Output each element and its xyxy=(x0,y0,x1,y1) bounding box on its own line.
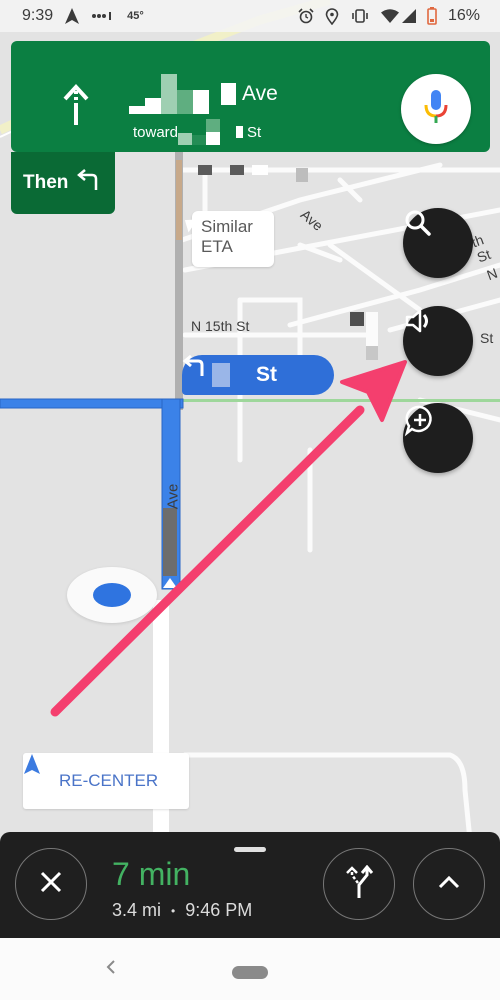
direction-street-suffix: Ave xyxy=(242,82,278,105)
similar-eta-line1: Similar xyxy=(201,217,253,236)
navigation-arrow-icon xyxy=(65,8,80,24)
close-icon xyxy=(39,870,63,899)
status-bar: 9:39 45° 16% xyxy=(0,0,500,32)
recenter-button[interactable]: RE-CENTER xyxy=(23,753,189,809)
exit-navigation-button[interactable] xyxy=(15,848,87,920)
fork-routes-icon xyxy=(344,864,374,904)
voice-search-button[interactable] xyxy=(401,74,471,144)
then-label: Then xyxy=(23,172,69,193)
cell-signal-icon xyxy=(401,9,416,23)
location-dot xyxy=(93,583,131,607)
direction-street: Ave xyxy=(129,74,278,114)
turn-left-icon xyxy=(76,169,100,197)
eta-duration: 7 min xyxy=(112,856,191,892)
redacted-block xyxy=(236,126,244,138)
wifi-icon xyxy=(380,9,399,23)
back-button[interactable] xyxy=(100,956,122,982)
signal-dots-icon xyxy=(91,12,115,20)
street-label-n15th: N 15th St xyxy=(191,318,250,334)
sound-button[interactable] xyxy=(403,306,473,376)
direction-toward: toward St xyxy=(133,119,261,145)
location-pin-icon xyxy=(325,7,339,25)
chevron-up-icon xyxy=(438,875,460,894)
alternate-routes-button[interactable] xyxy=(323,848,395,920)
next-turn-bubble[interactable]: St xyxy=(182,355,334,395)
straight-arrow-icon xyxy=(61,83,91,132)
direction-banner[interactable]: Ave toward St xyxy=(11,41,490,152)
battery-low-icon xyxy=(427,7,437,25)
recenter-label: RE-CENTER xyxy=(59,771,159,790)
add-report-button[interactable] xyxy=(403,403,473,473)
similar-eta-line2: ETA xyxy=(201,237,233,256)
separator: • xyxy=(171,903,176,918)
system-nav-bar xyxy=(0,938,500,1000)
toward-label: toward xyxy=(133,123,179,141)
annotation-arrow xyxy=(50,360,407,717)
vibrate-icon xyxy=(350,9,370,23)
turn-street-suffix: St xyxy=(256,363,277,386)
eta-details: 3.4 mi • 9:46 PM xyxy=(112,900,252,921)
expand-trip-button[interactable] xyxy=(413,848,485,920)
alarm-icon xyxy=(298,8,314,24)
status-time: 9:39 xyxy=(22,7,54,24)
search-button[interactable] xyxy=(403,208,473,278)
street-label-st: St xyxy=(480,330,494,346)
current-location-marker xyxy=(67,567,157,623)
trip-distance: 3.4 mi xyxy=(112,900,162,920)
redacted-street-name xyxy=(212,363,230,387)
redacted-street-name xyxy=(129,74,209,114)
street-label-route-ave: Ave xyxy=(164,483,182,510)
arrival-time: 9:46 PM xyxy=(185,900,253,920)
redacted-block xyxy=(221,83,236,105)
battery-percent: 16% xyxy=(447,7,480,24)
google-mic-icon xyxy=(423,88,449,131)
redacted-toward-street xyxy=(178,119,221,145)
toward-street-suffix: St xyxy=(247,123,262,141)
back-chevron-icon xyxy=(106,959,116,980)
similar-eta-callout[interactable]: Similar ETA xyxy=(192,211,274,267)
home-pill-icon[interactable] xyxy=(232,966,268,979)
drag-handle[interactable] xyxy=(234,847,266,852)
trip-panel[interactable]: 7 min 3.4 mi • 9:46 PM xyxy=(0,832,500,938)
status-temperature: 45° xyxy=(127,10,144,22)
route-line xyxy=(0,398,184,590)
then-card: Then xyxy=(11,152,115,214)
